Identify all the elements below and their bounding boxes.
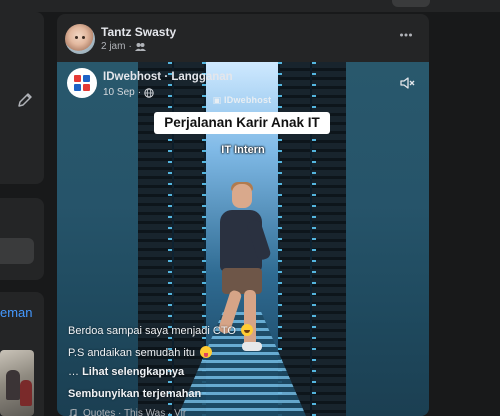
left-card-search — [0, 198, 44, 280]
shared-post-date[interactable]: 10 Sep — [103, 87, 135, 98]
post-time[interactable]: 2 jam — [101, 41, 125, 52]
hide-translation-link[interactable]: Sembunyikan terjemahan — [68, 388, 201, 400]
running-person — [208, 182, 278, 416]
page-name[interactable]: IDwebhost · Langganan — [103, 71, 233, 83]
video-subtitle-overlay: IT Intern — [221, 144, 265, 156]
edit-pencil-icon[interactable] — [17, 92, 33, 108]
meta-separator: · — [128, 41, 132, 52]
person-shorts — [222, 268, 262, 294]
top-navigation-bar — [0, 0, 500, 12]
translation-meta-row: Quotes · This Was · Vir — [68, 408, 186, 416]
video-frame[interactable]: ▣ IDwebhost Perjalanan Karir Anak IT IT … — [138, 62, 346, 416]
thumbnail-figure — [6, 370, 20, 400]
friends-icon — [134, 42, 146, 51]
ellipsis: … — [68, 366, 83, 378]
person-head — [232, 184, 252, 208]
avatar-eye — [75, 36, 78, 39]
tongue-emoji-icon — [200, 346, 213, 358]
author-avatar[interactable] — [65, 24, 95, 54]
logo-square — [74, 75, 81, 82]
thumbnail-figure-2 — [20, 380, 32, 406]
right-sidebar — [440, 12, 500, 416]
see-more-link[interactable]: Lihat selengkapnya — [82, 366, 184, 378]
shared-post-header: IDwebhost · Langganan 10 Sep · — [67, 68, 267, 102]
shared-post-meta: 10 Sep · — [103, 87, 154, 98]
post-meta: 2 jam · — [101, 41, 146, 52]
caption-text: Berdoa sampai saya menjadi CTO — [68, 325, 236, 337]
page-logo[interactable] — [67, 68, 97, 98]
music-note-icon — [68, 408, 77, 416]
left-sidebar: eman — [0, 0, 46, 416]
video-title-overlay: Perjalanan Karir Anak IT — [154, 112, 330, 134]
shared-video-post[interactable]: ▣ IDwebhost Perjalanan Karir Anak IT IT … — [57, 62, 429, 416]
avatar-eye — [82, 36, 85, 39]
sidebar-thumbnail-image[interactable] — [0, 350, 34, 416]
left-card-input[interactable] — [0, 238, 34, 264]
globe-icon — [144, 87, 154, 98]
feed-post: Tantz Swasty 2 jam · ▣ IDwebhost Perjala… — [57, 14, 429, 416]
caption-line-1: Berdoa sampai saya menjadi CTO — [68, 324, 253, 337]
sidebar-link-fragment[interactable]: eman — [0, 305, 33, 320]
speaker-muted-icon[interactable] — [399, 75, 415, 91]
post-author-name[interactable]: Tantz Swasty — [101, 25, 176, 39]
see-more-row: … Lihat selengkapnya — [68, 366, 184, 378]
caption-text: P.S andaikan semudah itu — [68, 347, 195, 359]
logo-square — [83, 75, 90, 82]
more-horizontal-icon[interactable] — [399, 28, 413, 42]
person-shoe — [242, 342, 262, 351]
logo-square — [74, 84, 81, 91]
logo-square — [83, 84, 90, 91]
person-leg — [244, 290, 256, 348]
grinning-emoji-icon — [241, 324, 253, 336]
translation-meta-text: Quotes · This Was · Vir — [83, 408, 187, 416]
meta-separator: · — [137, 87, 142, 98]
caption-line-2: P.S andaikan semudah itu — [68, 346, 213, 359]
top-nav-button[interactable] — [392, 0, 430, 7]
